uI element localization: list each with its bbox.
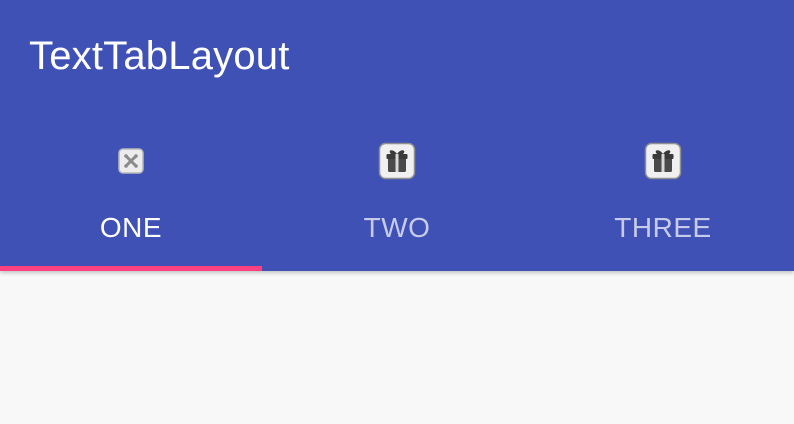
tab-one-label: ONE — [99, 212, 163, 243]
tab-two-label: TWO — [363, 212, 431, 243]
tab-three-label: THREE — [614, 212, 712, 243]
gift-icon — [644, 142, 682, 180]
toolbar: TextTabLayout — [0, 0, 794, 113]
app-title: TextTabLayout — [29, 34, 290, 78]
tab-three[interactable]: THREE — [532, 113, 794, 271]
selected-tab-indicator — [0, 266, 262, 271]
close-badge-icon — [112, 142, 150, 180]
tab-two[interactable]: TWO — [262, 113, 532, 271]
app-bar: TextTabLayout ONE TWO THREE — [0, 0, 794, 271]
tab-layout: ONE TWO THREE — [0, 113, 794, 271]
app-window: TextTabLayout ONE TWO THREE — [0, 0, 794, 424]
tab-one[interactable]: ONE — [0, 113, 262, 271]
tab-content-area — [0, 271, 794, 424]
gift-icon — [378, 142, 416, 180]
